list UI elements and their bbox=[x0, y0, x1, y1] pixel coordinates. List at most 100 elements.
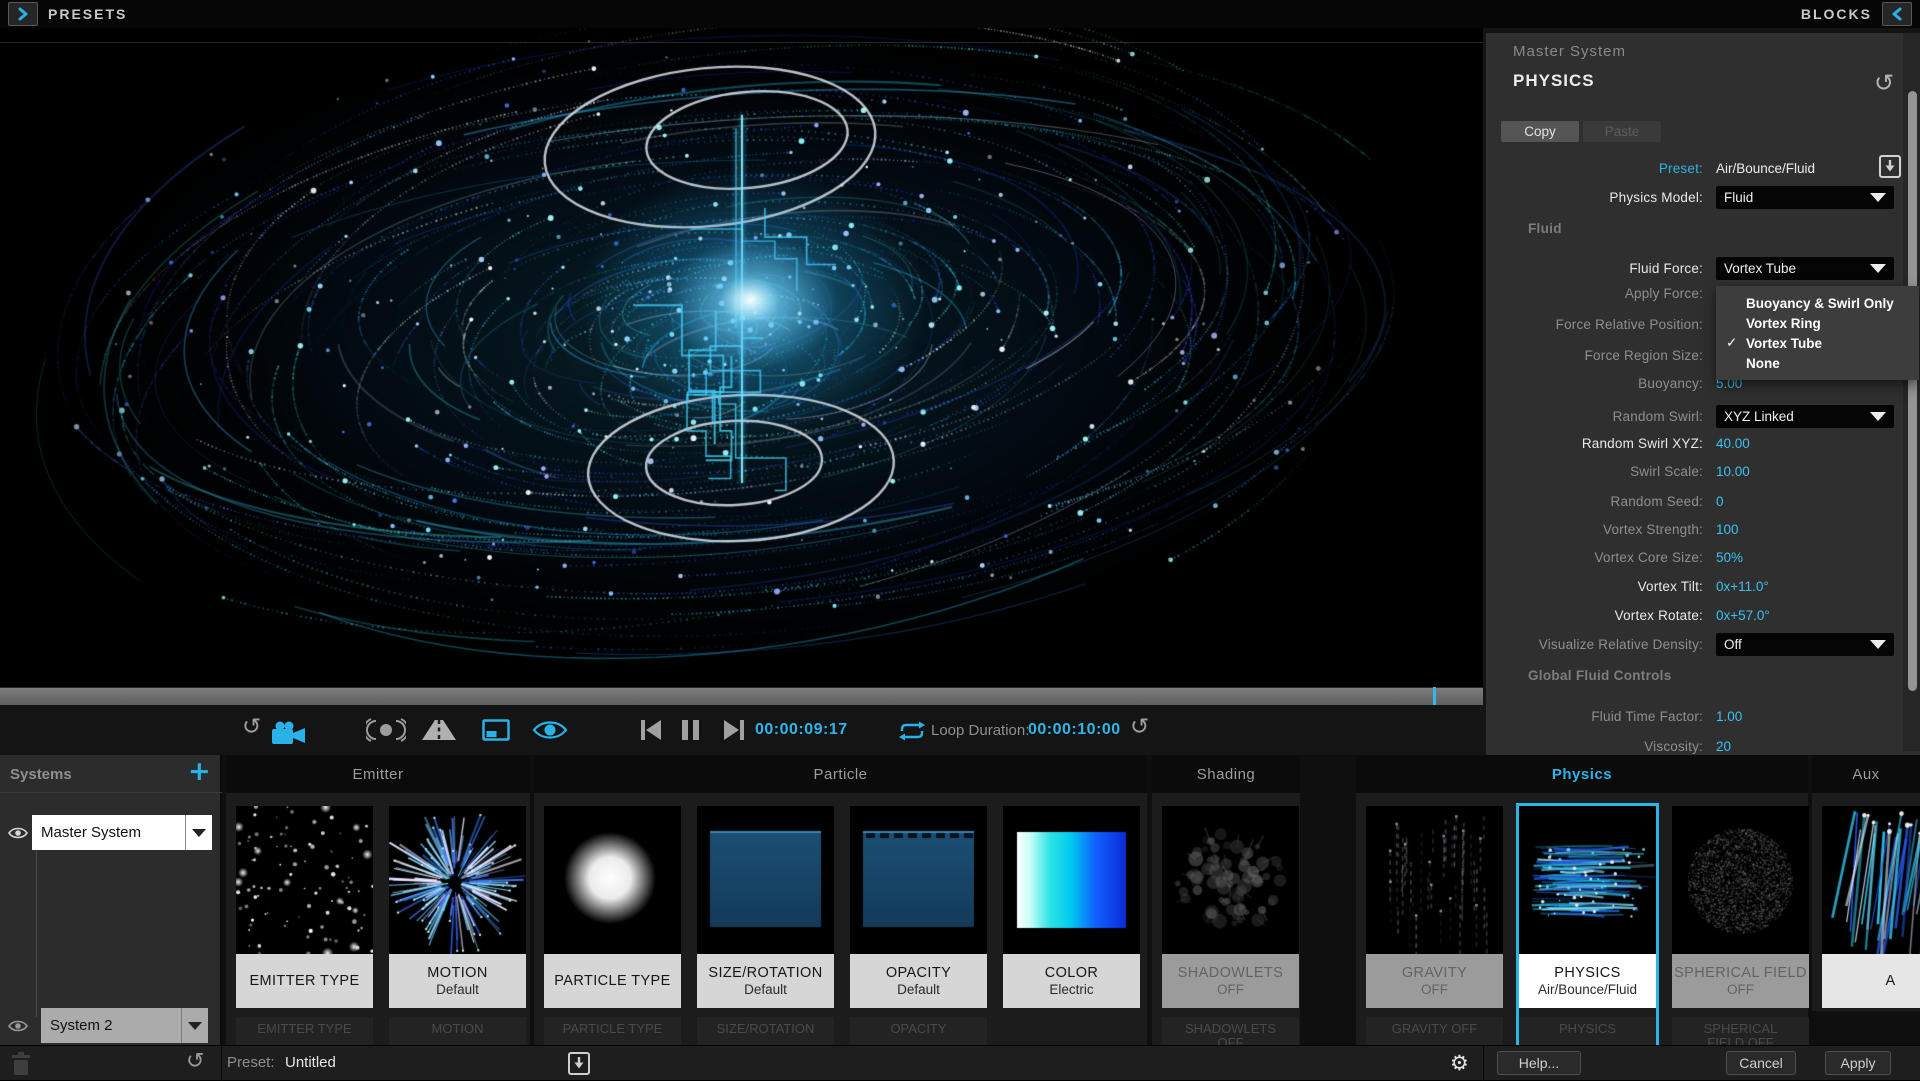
group-header-physics: Physics bbox=[1356, 755, 1808, 793]
visibility-eye-icon[interactable] bbox=[8, 1019, 28, 1033]
cancel-button[interactable]: Cancel bbox=[1726, 1051, 1796, 1075]
card-subtitle: Air/Bounce/Fluid bbox=[1538, 982, 1637, 997]
visibility-eye-icon[interactable] bbox=[8, 826, 28, 840]
ghost-label: SIZE/ROTATION bbox=[697, 1017, 834, 1045]
group-header-particle: Particle bbox=[534, 755, 1147, 793]
dropdown-arrow-icon bbox=[1870, 264, 1886, 273]
preview-panel-icon[interactable] bbox=[482, 719, 510, 741]
vortex-strength-label: Vortex Strength: bbox=[1486, 522, 1703, 537]
system-name-field[interactable]: Master System bbox=[32, 815, 185, 850]
help-button[interactable]: Help... bbox=[1497, 1051, 1581, 1075]
physics-model-value: Fluid bbox=[1724, 190, 1753, 205]
paste-button[interactable]: Paste bbox=[1583, 121, 1661, 142]
skip-to-end-icon[interactable] bbox=[722, 719, 746, 741]
card-subtitle: OFF bbox=[1421, 982, 1448, 997]
spherical-field-thumbnail bbox=[1672, 806, 1809, 954]
delete-system-trash-icon[interactable] bbox=[10, 1051, 32, 1077]
system-name-field[interactable]: System 2 bbox=[41, 1008, 181, 1043]
card-title: SPHERICAL FIELD bbox=[1674, 965, 1807, 981]
swirl-scale-value[interactable]: 10.00 bbox=[1716, 464, 1750, 479]
vortex-strength-value[interactable]: 100 bbox=[1716, 522, 1739, 537]
vortex-core-size-value[interactable]: 50% bbox=[1716, 550, 1743, 565]
block-card-opacity[interactable]: OPACITY Default OPACITY bbox=[847, 803, 990, 1045]
add-system-button[interactable]: + bbox=[188, 756, 211, 787]
fluid-force-row: Fluid Force: Vortex Tube bbox=[1486, 256, 1920, 280]
blocks-strip: Emitter EMITTER TYPE EMITTER TYPE MOTION… bbox=[222, 755, 1920, 1045]
random-seed-value[interactable]: 0 bbox=[1716, 494, 1724, 509]
menu-option-vortex-tube[interactable]: ✓ Vortex Tube bbox=[1716, 333, 1919, 353]
option-label: Vortex Ring bbox=[1746, 316, 1821, 331]
block-card-motion[interactable]: MOTION Default MOTION bbox=[386, 803, 529, 1045]
visibility-eye-icon[interactable] bbox=[532, 719, 568, 741]
save-preset-icon[interactable] bbox=[567, 1050, 591, 1077]
camera-icon[interactable] bbox=[270, 720, 308, 746]
group-emitter: Emitter EMITTER TYPE EMITTER TYPE MOTION… bbox=[226, 755, 530, 1045]
emitter-type-thumbnail bbox=[236, 806, 373, 954]
system-tree-line bbox=[36, 843, 37, 1017]
blocks-panel-toggle[interactable] bbox=[1882, 2, 1912, 26]
systems-panel: Systems + Master System System 2 bbox=[0, 755, 222, 1045]
motion-blur-icon[interactable] bbox=[366, 718, 406, 742]
loop-icon[interactable] bbox=[897, 720, 927, 742]
bottom-preset-value[interactable]: Untitled bbox=[285, 1054, 336, 1071]
top-bar: PRESETS BLOCKS bbox=[0, 0, 1920, 28]
block-card-particle-type[interactable]: PARTICLE TYPE PARTICLE TYPE bbox=[541, 803, 684, 1045]
block-card-gravity[interactable]: GRAVITY OFF GRAVITY OFF bbox=[1363, 803, 1506, 1045]
visualize-relative-density-label: Visualize Relative Density: bbox=[1486, 637, 1703, 652]
card-title: A bbox=[1885, 973, 1895, 989]
visualize-relative-density-dropdown[interactable]: Off bbox=[1716, 633, 1894, 656]
panel-title: PHYSICS bbox=[1513, 71, 1595, 91]
divider bbox=[1483, 1046, 1484, 1081]
group-header-shading: Shading bbox=[1152, 755, 1300, 793]
swirl-scale-row: Swirl Scale: 10.00 bbox=[1486, 459, 1920, 483]
menu-option-vortex-ring[interactable]: Vortex Ring bbox=[1716, 313, 1919, 333]
block-card-color[interactable]: COLOR Electric bbox=[1000, 803, 1143, 1045]
card-title: COLOR bbox=[1045, 965, 1099, 981]
reset-loop-icon[interactable]: ↺ bbox=[1130, 714, 1149, 740]
fluid-section-label: Fluid bbox=[1528, 221, 1562, 236]
presets-panel-toggle[interactable] bbox=[8, 2, 38, 26]
menu-option-none[interactable]: None bbox=[1716, 353, 1919, 373]
viscosity-value[interactable]: 20 bbox=[1716, 739, 1731, 754]
block-card-aux[interactable]: A bbox=[1819, 803, 1920, 1011]
block-card-spherical-field[interactable]: SPHERICAL FIELD OFF SPHERICAL FIELD OFF bbox=[1669, 803, 1812, 1045]
vortex-tilt-value[interactable]: 0x+11.0° bbox=[1716, 579, 1769, 594]
current-time[interactable]: 00:00:09:17 bbox=[755, 721, 848, 739]
panel-reset-icon[interactable]: ↺ bbox=[1874, 69, 1894, 97]
preset-value[interactable]: Air/Bounce/Fluid bbox=[1716, 161, 1815, 176]
system-dropdown[interactable] bbox=[181, 1008, 208, 1043]
ghost-label: GRAVITY OFF bbox=[1366, 1017, 1503, 1045]
playhead[interactable] bbox=[1433, 687, 1436, 705]
block-card-size-rotation[interactable]: SIZE/ROTATION Default SIZE/ROTATION bbox=[694, 803, 837, 1045]
settings-gear-icon[interactable]: ⚙ bbox=[1450, 1051, 1469, 1075]
apply-button[interactable]: Apply bbox=[1825, 1051, 1891, 1075]
loop-duration-value[interactable]: 00:00:10:00 bbox=[1028, 721, 1121, 739]
reset-view-icon[interactable]: ↺ bbox=[242, 714, 261, 740]
vortex-rotate-value[interactable]: 0x+57.0° bbox=[1716, 608, 1770, 623]
random-swirl-dropdown[interactable]: XYZ Linked bbox=[1716, 405, 1894, 428]
reset-systems-icon[interactable]: ↺ bbox=[186, 1049, 204, 1074]
preview-viewport[interactable] bbox=[0, 28, 1483, 687]
visualize-relative-density-row: Visualize Relative Density: Off bbox=[1486, 632, 1920, 656]
vortex-rotate-label: Vortex Rotate: bbox=[1486, 608, 1703, 623]
menu-option-buoyancy-swirl-only[interactable]: Buoyancy & Swirl Only bbox=[1716, 293, 1919, 313]
random-swirl-xyz-value[interactable]: 40.00 bbox=[1716, 436, 1750, 451]
depth-of-field-road-icon[interactable] bbox=[420, 717, 458, 743]
fluid-time-factor-value[interactable]: 1.00 bbox=[1716, 709, 1742, 724]
skip-to-start-icon[interactable] bbox=[639, 719, 663, 741]
size-rotation-thumbnail bbox=[697, 806, 834, 954]
fluid-force-dropdown[interactable]: Vortex Tube bbox=[1716, 257, 1894, 280]
block-card-emitter-type[interactable]: EMITTER TYPE EMITTER TYPE bbox=[233, 803, 376, 1045]
physics-model-dropdown[interactable]: Fluid bbox=[1716, 186, 1894, 209]
block-card-physics[interactable]: PHYSICS Air/Bounce/Fluid PHYSICS bbox=[1516, 803, 1659, 1045]
fluid-time-factor-label: Fluid Time Factor: bbox=[1486, 709, 1703, 724]
pause-icon[interactable] bbox=[681, 719, 701, 741]
system-dropdown[interactable] bbox=[185, 815, 212, 850]
dropdown-arrow-icon bbox=[1870, 412, 1886, 421]
save-preset-icon[interactable] bbox=[1878, 153, 1902, 180]
card-subtitle: OFF bbox=[1727, 982, 1754, 997]
copy-button[interactable]: Copy bbox=[1501, 121, 1579, 142]
card-subtitle: Default bbox=[744, 982, 787, 997]
timeline-scrubber[interactable] bbox=[0, 687, 1483, 705]
block-card-shadowlets[interactable]: SHADOWLETS OFF SHADOWLETS OFF bbox=[1159, 803, 1302, 1045]
